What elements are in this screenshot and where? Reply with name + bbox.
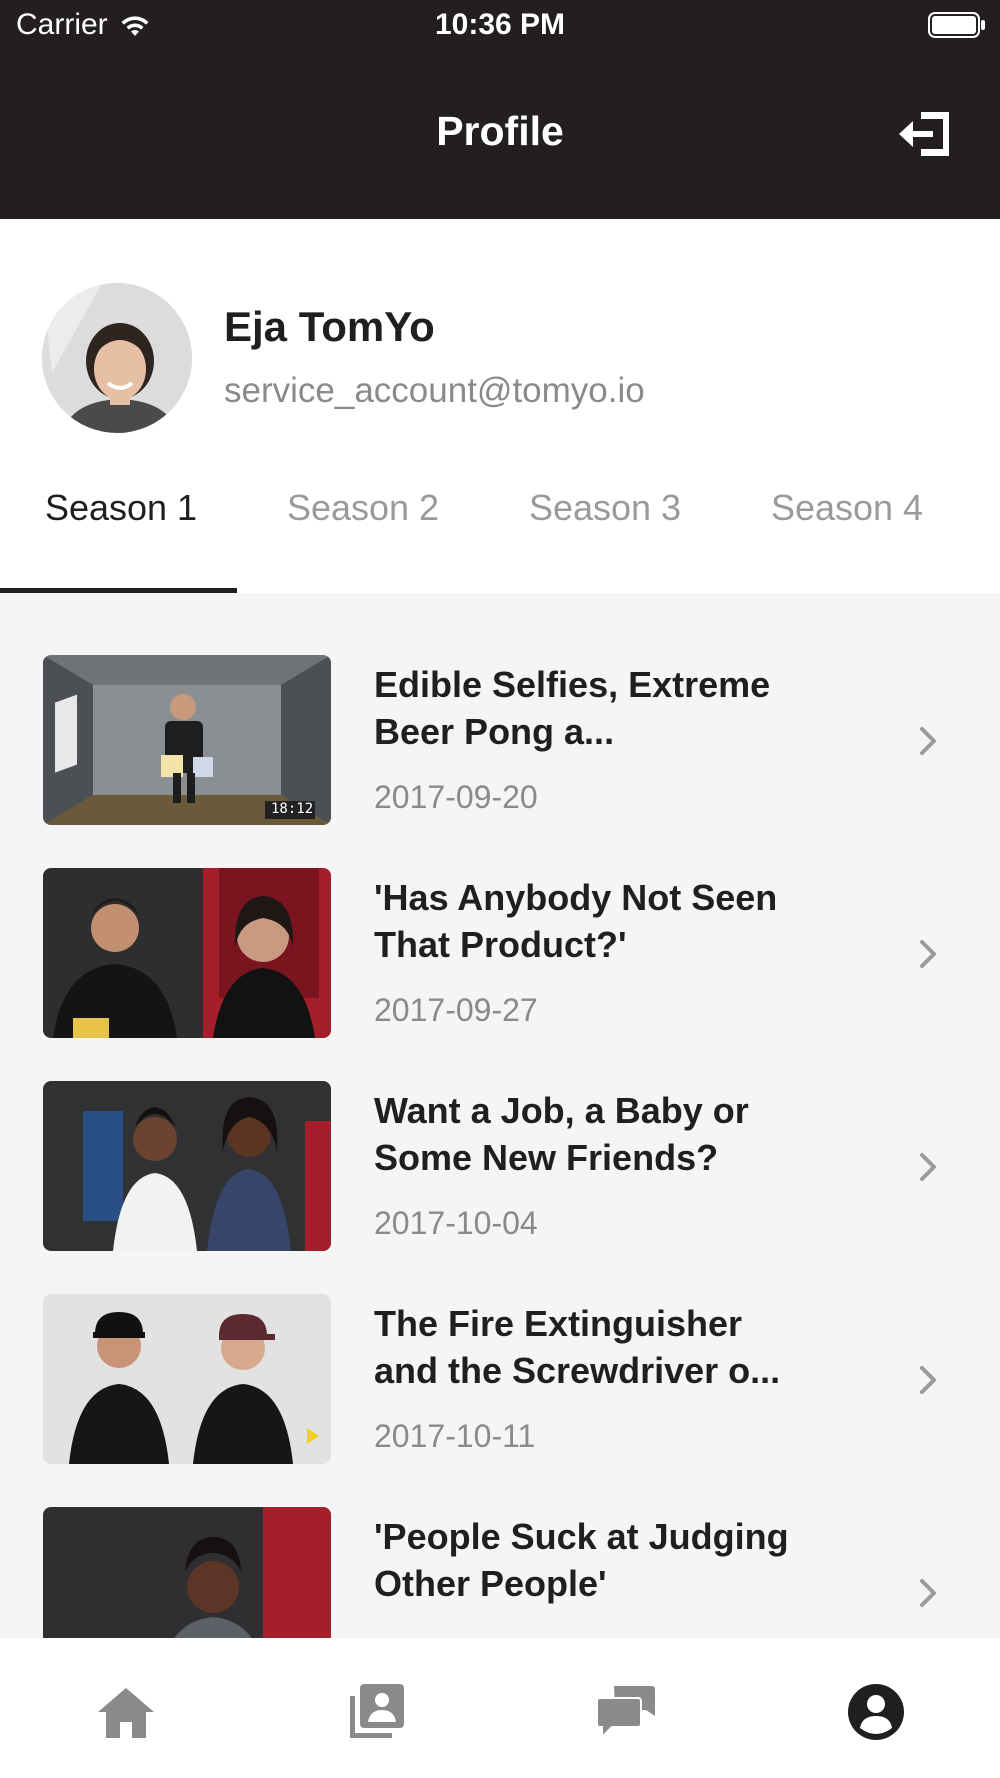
tab-chat[interactable] bbox=[594, 1680, 658, 1744]
bottom-tab-bar bbox=[0, 1638, 1000, 1778]
profile-header: Eja TomYo service_account@tomyo.io Seaso… bbox=[0, 219, 1000, 593]
battery-icon bbox=[928, 12, 985, 38]
page-title: Profile bbox=[436, 108, 564, 154]
avatar bbox=[42, 283, 192, 433]
tab-label: Season 4 bbox=[770, 487, 924, 528]
tab-season-1[interactable]: Season 1 bbox=[0, 459, 242, 593]
tab-label: Season 2 bbox=[286, 487, 440, 528]
list-item[interactable]: 'Has Anybody Not Seen That Product?' 201… bbox=[0, 806, 1000, 1038]
episode-title: 'People Suck at Judging Other People' bbox=[374, 1516, 789, 1604]
tab-season-4[interactable]: Season 4 bbox=[726, 459, 968, 593]
tab-label: Season 1 bbox=[44, 487, 198, 528]
list-item[interactable]: The Fire Extinguisher and the Screwdrive… bbox=[0, 1232, 1000, 1464]
episode-title: 'Has Anybody Not Seen That Product?' bbox=[374, 877, 778, 965]
user-email: service_account@tomyo.io bbox=[224, 371, 645, 410]
season-tabs: Season 1 Season 2 Season 3 Season 4 bbox=[0, 459, 1000, 593]
user-name: Eja TomYo bbox=[224, 303, 435, 350]
profile-icon bbox=[848, 1684, 904, 1740]
logout-icon bbox=[899, 112, 949, 156]
chevron-right-icon bbox=[920, 1366, 936, 1394]
chat-icon bbox=[596, 1686, 655, 1740]
episode-thumbnail bbox=[43, 1081, 331, 1251]
episode-title: Edible Selfies, Extreme Beer Pong a... bbox=[374, 664, 771, 752]
tab-label: Season 3 bbox=[528, 487, 682, 528]
status-time: 10:36 PM bbox=[434, 8, 566, 41]
library-icon bbox=[350, 1684, 404, 1738]
chevron-right-icon bbox=[920, 727, 936, 755]
episode-thumbnail: 18:12 bbox=[43, 655, 331, 825]
chevron-right-icon bbox=[920, 940, 936, 968]
episode-title: The Fire Extinguisher and the Screwdrive… bbox=[374, 1303, 781, 1391]
profile-screen: Carrier 10:36 PM Profile Eja TomYo servi… bbox=[0, 0, 1000, 1778]
episode-list[interactable]: 18:12 Edible Selfies, Extreme Beer Pong … bbox=[0, 593, 1000, 1638]
list-item[interactable]: Want a Job, a Baby or Some New Friends? … bbox=[0, 1019, 1000, 1251]
tab-library[interactable] bbox=[344, 1680, 408, 1744]
episode-thumbnail bbox=[43, 1507, 331, 1638]
list-item[interactable]: 18:12 Edible Selfies, Extreme Beer Pong … bbox=[0, 593, 1000, 825]
episode-title: Want a Job, a Baby or Some New Friends? bbox=[374, 1090, 749, 1178]
tab-season-2[interactable]: Season 2 bbox=[242, 459, 484, 593]
episode-thumbnail bbox=[43, 868, 331, 1038]
chevron-right-icon bbox=[920, 1153, 936, 1181]
tab-home[interactable] bbox=[94, 1680, 158, 1744]
top-bar: Carrier 10:36 PM Profile bbox=[0, 0, 1000, 219]
episode-thumbnail bbox=[43, 1294, 331, 1464]
home-icon bbox=[98, 1688, 154, 1738]
chevron-right-icon bbox=[920, 1579, 936, 1607]
list-item[interactable]: 'People Suck at Judging Other People' bbox=[0, 1445, 1000, 1638]
logout-button[interactable] bbox=[896, 104, 956, 164]
tab-season-3[interactable]: Season 3 bbox=[484, 459, 726, 593]
avatar-image bbox=[42, 283, 192, 433]
tab-profile[interactable] bbox=[844, 1680, 908, 1744]
